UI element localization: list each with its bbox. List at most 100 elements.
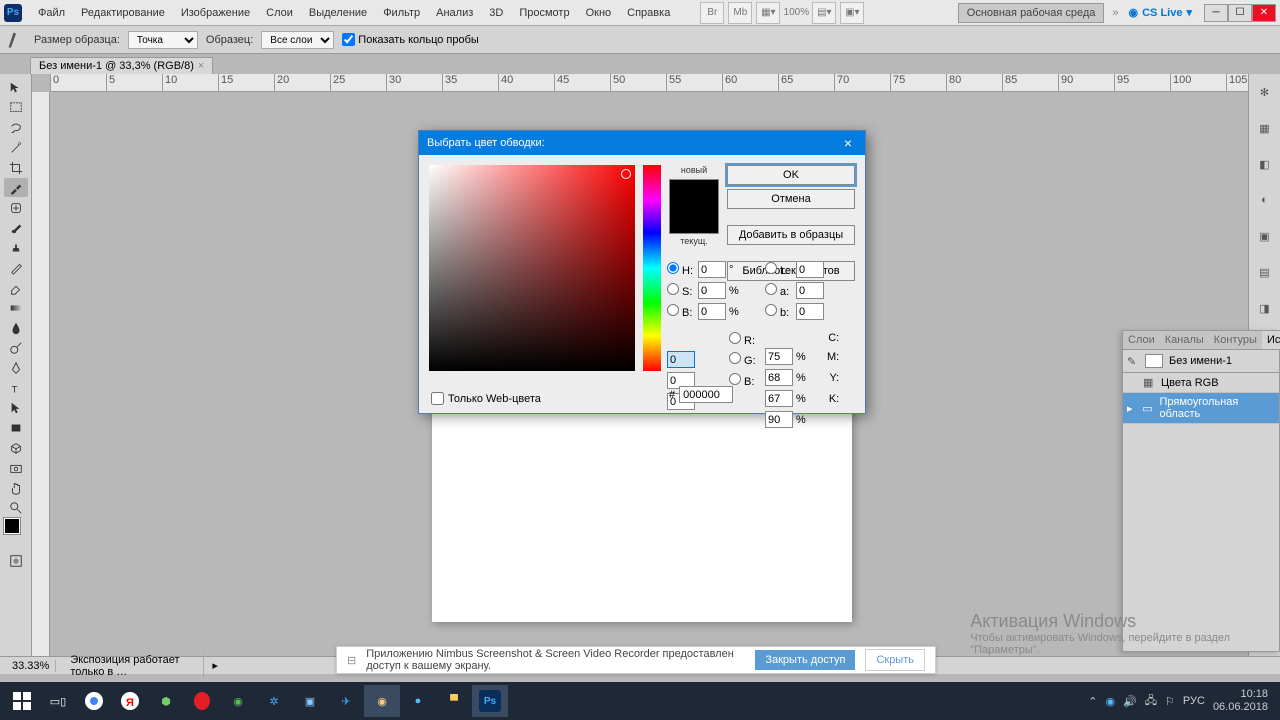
dialog-close-icon[interactable]: × [839, 135, 857, 151]
show-ring-checkbox[interactable]: Показать кольцо пробы [342, 33, 479, 46]
camera-tool[interactable] [4, 458, 28, 477]
lasso-tool[interactable] [4, 118, 28, 137]
l-input[interactable] [796, 261, 824, 278]
tray-icon[interactable]: ⌃ [1088, 695, 1097, 708]
y-input[interactable] [765, 390, 793, 407]
clock[interactable]: 10:18 06.06.2018 [1213, 688, 1268, 714]
type-tool[interactable]: T [4, 378, 28, 397]
menu-select[interactable]: Выделение [301, 3, 375, 23]
doc-tab-close-icon[interactable]: × [198, 60, 204, 72]
magic-wand-tool[interactable] [4, 138, 28, 157]
h-input[interactable] [698, 261, 726, 278]
l-radio[interactable] [765, 262, 777, 274]
k-input[interactable] [765, 411, 793, 428]
ok-button[interactable]: OK [727, 165, 855, 185]
hand-tool[interactable] [4, 478, 28, 497]
tab-channels[interactable]: Каналы [1160, 331, 1209, 349]
r-radio[interactable] [729, 332, 741, 344]
g-radio[interactable] [729, 352, 741, 364]
path-select-tool[interactable] [4, 398, 28, 417]
pen-tool[interactable] [4, 358, 28, 377]
hue-slider[interactable] [643, 165, 661, 371]
lab-b-radio[interactable] [765, 304, 777, 316]
screen-mode-dropdown[interactable]: ▣▾ [840, 2, 864, 24]
cslive-button[interactable]: ◉CS Live▾ [1123, 6, 1199, 19]
app-icon-2[interactable]: ✲ [256, 685, 292, 717]
doc-info[interactable]: Экспозиция работает только в … [64, 654, 204, 678]
web-colors-checkbox[interactable]: Только Web-цвета [431, 392, 541, 405]
dialog-titlebar[interactable]: Выбрать цвет обводки: × [419, 131, 865, 155]
yandex-icon[interactable]: Я [112, 685, 148, 717]
arrange-docs-dropdown[interactable]: ▤▾ [812, 2, 836, 24]
task-view-icon[interactable]: ▭▯ [40, 685, 76, 717]
masks-panel-icon[interactable]: ▣ [1255, 226, 1275, 246]
hide-notification-button[interactable]: Скрыть [865, 649, 925, 671]
b-radio[interactable] [667, 304, 679, 316]
brush-tool[interactable] [4, 218, 28, 237]
sample-layers-select[interactable]: Все слои [261, 31, 334, 49]
menu-3d[interactable]: 3D [481, 3, 511, 23]
zoom-readout[interactable]: 33.33% [6, 660, 56, 672]
a-input[interactable] [796, 282, 824, 299]
menu-file[interactable]: Файл [30, 3, 73, 23]
marquee-tool[interactable] [4, 98, 28, 117]
r-input[interactable] [667, 351, 695, 368]
tray-icon[interactable]: ◉ [1105, 695, 1115, 708]
adjustments-panel-icon[interactable]: ◐ [1255, 190, 1275, 210]
tab-paths[interactable]: Контуры [1209, 331, 1262, 349]
eyedropper-tool[interactable] [4, 178, 28, 197]
s-radio[interactable] [667, 283, 679, 295]
history-brush-tool[interactable] [4, 258, 28, 277]
gradient-tool[interactable] [4, 298, 28, 317]
tray-icon[interactable]: 🔊 [1123, 695, 1137, 708]
tab-history[interactable]: История [1262, 331, 1280, 349]
maximize-button[interactable]: ☐ [1228, 4, 1252, 22]
dodge-tool[interactable] [4, 338, 28, 357]
history-item[interactable]: ▸ ▭ Прямоугольная область [1123, 393, 1279, 424]
app-icon-3[interactable]: ▣ [292, 685, 328, 717]
chrome-icon[interactable] [76, 685, 112, 717]
s-input[interactable] [698, 282, 726, 299]
menu-view[interactable]: Просмотр [511, 3, 577, 23]
blur-tool[interactable] [4, 318, 28, 337]
a-radio[interactable] [765, 283, 777, 295]
color-panel-icon[interactable]: ✻ [1255, 82, 1275, 102]
current-tool-icon[interactable] [6, 30, 26, 50]
eraser-tool[interactable] [4, 278, 28, 297]
start-button[interactable] [4, 685, 40, 717]
menu-window[interactable]: Окно [578, 3, 620, 23]
clone-stamp-tool[interactable] [4, 238, 28, 257]
close-button[interactable]: ✕ [1252, 4, 1276, 22]
styles-panel-icon[interactable]: ◧ [1255, 154, 1275, 174]
shape-tool[interactable] [4, 418, 28, 437]
swatches-panel-icon[interactable]: ▦ [1255, 118, 1275, 138]
b-input[interactable] [698, 303, 726, 320]
c-input[interactable] [765, 348, 793, 365]
document-tab[interactable]: Без имени-1 @ 33,3% (RGB/8) × [30, 57, 213, 74]
crop-tool[interactable] [4, 158, 28, 177]
menu-image[interactable]: Изображение [173, 3, 258, 23]
menu-layers[interactable]: Слои [258, 3, 301, 23]
telegram-icon[interactable]: ✈ [328, 685, 364, 717]
view-extras-dropdown[interactable]: ▦▾ [756, 2, 780, 24]
menu-analysis[interactable]: Анализ [428, 3, 481, 23]
healing-brush-tool[interactable] [4, 198, 28, 217]
quick-mask-tool[interactable] [4, 551, 28, 570]
blue-radio[interactable] [729, 373, 741, 385]
workspace-selector[interactable]: Основная рабочая среда [958, 3, 1105, 23]
layers-panel-icon[interactable]: ▤ [1255, 262, 1275, 282]
workspace-overflow-icon[interactable]: » [1108, 7, 1122, 19]
3d-tool[interactable] [4, 438, 28, 457]
lab-b-input[interactable] [796, 303, 824, 320]
app-icon-5[interactable]: ● [400, 685, 436, 717]
saturation-brightness-field[interactable] [429, 165, 635, 371]
photoshop-taskbar-icon[interactable]: Ps [472, 685, 508, 717]
launch-minibridge-icon[interactable]: Mb [728, 2, 752, 24]
history-item[interactable]: ▦ Цвета RGB [1123, 373, 1279, 393]
channels-panel-icon[interactable]: ◨ [1255, 298, 1275, 318]
add-swatch-button[interactable]: Добавить в образцы [727, 225, 855, 245]
m-input[interactable] [765, 369, 793, 386]
launch-bridge-icon[interactable]: Br [700, 2, 724, 24]
opera-icon[interactable] [184, 685, 220, 717]
tray-icon[interactable]: 🖧 [1145, 692, 1157, 711]
